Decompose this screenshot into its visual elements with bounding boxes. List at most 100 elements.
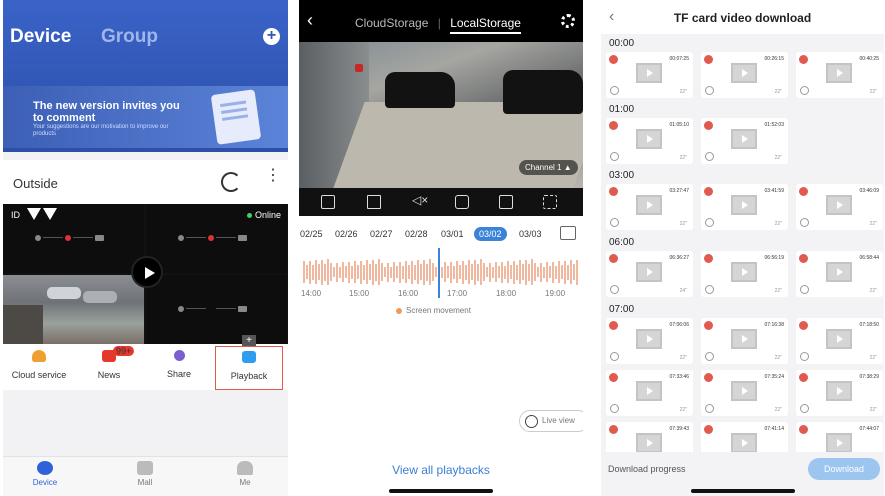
video-clip-thumbnail[interactable]: 01:52:03 22" bbox=[701, 118, 788, 164]
headset-icon[interactable] bbox=[221, 172, 241, 192]
video-clip-thumbnail[interactable]: 00:26:15 22" bbox=[701, 52, 788, 98]
delete-icon[interactable] bbox=[609, 187, 618, 196]
delete-icon[interactable] bbox=[609, 254, 618, 263]
date-item[interactable]: 03/03 bbox=[519, 229, 542, 239]
playback-button[interactable]: Playback bbox=[215, 346, 283, 390]
add-device-icon[interactable]: + bbox=[263, 28, 280, 45]
video-clip-thumbnail[interactable]: 07:16:38 22" bbox=[701, 318, 788, 364]
play-icon[interactable] bbox=[131, 256, 163, 288]
settings-gear-icon[interactable] bbox=[561, 14, 575, 28]
snapshot-camera-icon[interactable] bbox=[455, 195, 469, 209]
view-all-playbacks-link[interactable]: View all playbacks bbox=[299, 463, 583, 477]
video-clip-thumbnail[interactable]: 00:40:25 22" bbox=[796, 52, 883, 98]
tab-group[interactable]: Group bbox=[101, 26, 158, 48]
video-clip-thumbnail[interactable]: 07:35:24 22" bbox=[701, 370, 788, 416]
date-item[interactable]: 02/27 bbox=[370, 229, 393, 239]
delete-icon[interactable] bbox=[704, 121, 713, 130]
delete-icon[interactable] bbox=[704, 425, 713, 434]
delete-icon[interactable] bbox=[609, 321, 618, 330]
date-item[interactable]: 02/28 bbox=[405, 229, 428, 239]
video-clip-thumbnail[interactable]: 07:06:06 22" bbox=[606, 318, 693, 364]
record-icon[interactable] bbox=[499, 195, 513, 209]
video-clip-thumbnail[interactable]: 06:36:27 24" bbox=[606, 251, 693, 297]
select-checkbox[interactable] bbox=[610, 352, 619, 361]
select-checkbox[interactable] bbox=[705, 352, 714, 361]
mute-icon[interactable]: ◁× bbox=[411, 192, 428, 207]
delete-icon[interactable] bbox=[704, 321, 713, 330]
share-button[interactable]: Share bbox=[145, 346, 213, 390]
date-item[interactable]: 02/25 bbox=[300, 229, 323, 239]
video-clip-thumbnail[interactable]: 03:46:09 22" bbox=[796, 184, 883, 230]
select-checkbox[interactable] bbox=[610, 218, 619, 227]
select-checkbox[interactable] bbox=[705, 86, 714, 95]
delete-icon[interactable] bbox=[609, 425, 618, 434]
video-clip-thumbnail[interactable]: 01:05:10 22" bbox=[606, 118, 693, 164]
camera-cell[interactable]: Online bbox=[146, 204, 287, 273]
delete-icon[interactable] bbox=[799, 254, 808, 263]
delete-icon[interactable] bbox=[799, 373, 808, 382]
back-icon[interactable]: ‹ bbox=[307, 10, 313, 31]
video-clip-thumbnail[interactable]: 07:18:50 22" bbox=[796, 318, 883, 364]
tab-device[interactable]: Device bbox=[10, 26, 71, 48]
video-clip-thumbnail[interactable]: 00:07:25 22" bbox=[606, 52, 693, 98]
video-clip-thumbnail[interactable]: 07:38:29 22" bbox=[796, 370, 883, 416]
delete-icon[interactable] bbox=[799, 425, 808, 434]
select-checkbox[interactable] bbox=[610, 285, 619, 294]
date-item-selected[interactable]: 03/02 bbox=[474, 227, 507, 241]
live-view-button[interactable]: Live view bbox=[519, 410, 583, 432]
channel-selector[interactable]: Channel 1 ▲ bbox=[519, 160, 578, 175]
video-icon bbox=[826, 433, 852, 453]
more-icon[interactable]: ⋮ bbox=[265, 168, 281, 184]
delete-icon[interactable] bbox=[704, 373, 713, 382]
download-icon[interactable] bbox=[367, 195, 381, 209]
video-clip-thumbnail[interactable]: 07:33:46 22" bbox=[606, 370, 693, 416]
timeline-bar[interactable] bbox=[299, 252, 583, 292]
select-checkbox[interactable] bbox=[800, 404, 809, 413]
video-clip-thumbnail[interactable]: 06:56:19 22" bbox=[701, 251, 788, 297]
tab-cloud-storage[interactable]: CloudStorage bbox=[355, 16, 428, 30]
delete-icon[interactable] bbox=[704, 254, 713, 263]
select-checkbox[interactable] bbox=[610, 86, 619, 95]
video-clip-thumbnail[interactable]: 06:58:44 22" bbox=[796, 251, 883, 297]
nav-device[interactable]: Device bbox=[15, 461, 75, 487]
select-checkbox[interactable] bbox=[800, 86, 809, 95]
delete-icon[interactable] bbox=[609, 55, 618, 64]
select-checkbox[interactable] bbox=[610, 152, 619, 161]
movement-tick bbox=[519, 260, 521, 284]
cloud-service-button[interactable]: Cloud service bbox=[5, 346, 73, 390]
tab-local-storage[interactable]: LocalStorage bbox=[450, 16, 521, 34]
select-checkbox[interactable] bbox=[800, 285, 809, 294]
fullscreen-icon[interactable] bbox=[543, 195, 557, 209]
select-checkbox[interactable] bbox=[705, 152, 714, 161]
delete-icon[interactable] bbox=[799, 187, 808, 196]
delete-icon[interactable] bbox=[609, 121, 618, 130]
camera-cell[interactable]: ID bbox=[3, 204, 144, 273]
video-clip-thumbnail[interactable]: 03:41:59 22" bbox=[701, 184, 788, 230]
select-checkbox[interactable] bbox=[705, 404, 714, 413]
delete-icon[interactable] bbox=[799, 55, 808, 64]
video-clip-thumbnail[interactable]: 03:27:47 22" bbox=[606, 184, 693, 230]
promo-banner[interactable]: The new version invites you to comment Y… bbox=[3, 86, 288, 148]
delete-icon[interactable] bbox=[704, 55, 713, 64]
select-checkbox[interactable] bbox=[800, 218, 809, 227]
delete-icon[interactable] bbox=[609, 373, 618, 382]
select-checkbox[interactable] bbox=[705, 285, 714, 294]
delete-icon[interactable] bbox=[799, 321, 808, 330]
download-button[interactable]: Download bbox=[808, 458, 880, 480]
select-checkbox[interactable] bbox=[800, 352, 809, 361]
calendar-icon[interactable] bbox=[560, 226, 576, 240]
news-button[interactable]: 99+ News bbox=[75, 346, 143, 390]
delete-icon[interactable] bbox=[704, 187, 713, 196]
camera-preview-thumbnail[interactable] bbox=[3, 275, 144, 344]
select-checkbox[interactable] bbox=[705, 218, 714, 227]
date-item[interactable]: 02/26 bbox=[335, 229, 358, 239]
nav-mall[interactable]: Mall bbox=[115, 461, 175, 487]
nav-me[interactable]: Me bbox=[215, 461, 275, 487]
clip-time: 07:41:14 bbox=[764, 426, 784, 432]
add-camera-icon[interactable]: + bbox=[242, 335, 256, 346]
camera-cell[interactable]: + bbox=[146, 275, 287, 346]
frame-step-icon[interactable] bbox=[321, 195, 335, 209]
timeline-cursor[interactable] bbox=[438, 248, 440, 298]
select-checkbox[interactable] bbox=[610, 404, 619, 413]
date-item[interactable]: 03/01 bbox=[441, 229, 464, 239]
